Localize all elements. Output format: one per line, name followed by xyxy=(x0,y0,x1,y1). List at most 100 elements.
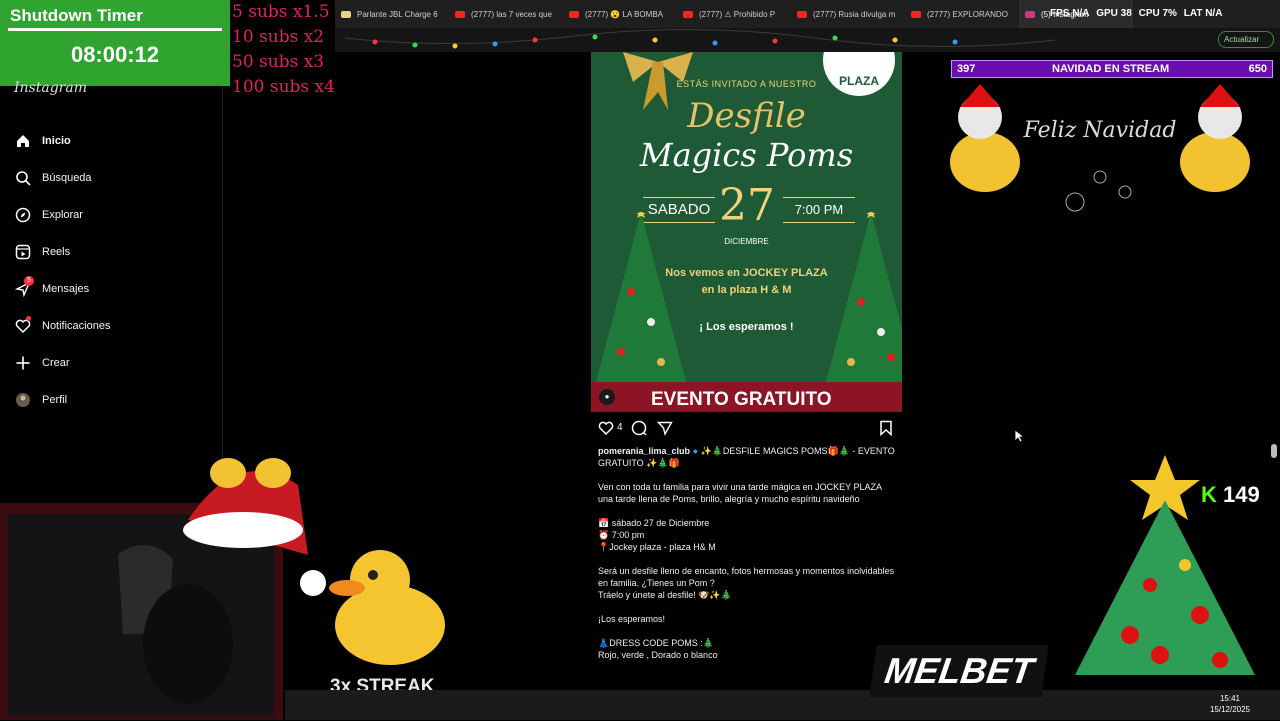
browser-tab[interactable]: (2777) EXPLORANDO xyxy=(905,0,1019,28)
shutdown-timer-countdown: 08:00:12 xyxy=(70,42,160,67)
poster-banner: EVENTO GRATUITO xyxy=(591,382,902,412)
browser-toolbar xyxy=(335,28,1280,52)
comment-icon[interactable] xyxy=(631,420,647,441)
windows-taskbar xyxy=(285,690,1280,720)
tagged-user-icon[interactable]: ● xyxy=(599,389,615,405)
performance-overlay: FPS N/A GPU 38 CPU 7% LAT N/A xyxy=(1050,8,1226,19)
caption-date: 📅 sábado 27 de Diciembre xyxy=(598,518,710,528)
sidebar-item-label: Reels xyxy=(42,246,71,258)
sidebar-item-notificaciones[interactable]: Notificaciones xyxy=(14,316,111,335)
caption-time: ⏰ 7:00 pm xyxy=(598,530,645,540)
caption-place: 📍Jockey plaza - plaza H& M xyxy=(598,542,716,552)
sidebar-item-label: Explorar xyxy=(42,209,83,221)
scrollbar[interactable] xyxy=(1271,444,1277,458)
caption-paragraph: Ven con toda tu familia para vivir una t… xyxy=(598,482,882,504)
caption-closing: ¡Los esperamos! xyxy=(598,614,666,624)
sidebar-item-label: Perfil xyxy=(42,394,68,406)
sidebar-item-reels[interactable]: Reels xyxy=(14,243,70,261)
poster-date: 27 xyxy=(719,180,775,231)
latency-readout: LAT N/A xyxy=(1183,8,1223,19)
tab-favicon-icon xyxy=(341,10,351,18)
clock-date: 15/12/2025 xyxy=(1209,705,1251,714)
shutdown-timer-title: Shutdown Timer xyxy=(10,6,143,25)
sidebar-item-label: Notificaciones xyxy=(42,320,111,332)
goal-target: 650 xyxy=(1248,63,1267,75)
notification-dot xyxy=(26,316,31,321)
subs-multiplier-item: 50 subs x3 xyxy=(232,52,325,72)
browser-tab[interactable]: Parlante JBL Charge 6 xyxy=(335,0,449,28)
goal-title: NAVIDAD EN STREAM xyxy=(1052,63,1170,75)
gpu-readout: GPU 38 xyxy=(1096,8,1132,19)
shutdown-timer-widget: Shutdown Timer 08:00:12 xyxy=(0,0,230,86)
browser-tab-label: (2777) EXPLORANDO xyxy=(927,9,1008,19)
svg-text:Feliz Navidad: Feliz Navidad xyxy=(1023,118,1177,143)
caption-dress-colors: Rojo, verde , Dorado o blanco xyxy=(598,650,718,660)
save-bookmark-icon[interactable] xyxy=(879,420,893,441)
divider xyxy=(8,28,222,31)
sidebar-item-mensajes[interactable]: 5 Mensajes xyxy=(14,276,90,298)
sidebar-item-label: Crear xyxy=(42,357,70,369)
share-icon[interactable] xyxy=(656,420,673,441)
caption-paragraph: Tráelo y únete al desfile! 🐶✨🎄 xyxy=(598,590,732,600)
caption-dress-title: 👗DRESS CODE POMS :🎄 xyxy=(598,638,714,648)
subs-multiplier-list: 5 subs x1.5 10 subs x2 50 subs x3 100 su… xyxy=(230,0,335,100)
clock-time: 15:41 xyxy=(1219,694,1241,703)
kick-count: 149 xyxy=(1223,482,1260,507)
tab-favicon-icon xyxy=(1025,10,1035,18)
browser-tab[interactable]: (2777) las 7 veces que xyxy=(449,0,563,28)
cpu-readout: CPU 7% xyxy=(1138,8,1177,19)
system-clock[interactable]: 15:41 15/12/2025 xyxy=(1205,693,1255,715)
instagram-logo[interactable]: Instagram xyxy=(14,80,87,96)
christmas-tree-right-icon xyxy=(826,212,902,382)
heart-icon xyxy=(14,316,32,335)
tab-favicon-icon xyxy=(911,10,921,18)
plus-icon xyxy=(14,354,32,372)
post-image[interactable]: PLAZA ESTÁS INVITADO A NUESTRO Desfile M… xyxy=(591,52,902,412)
sidebar-item-crear[interactable]: Crear xyxy=(14,354,70,372)
subs-multiplier-item: 100 subs x4 xyxy=(232,77,335,97)
fps-readout: FPS N/A xyxy=(1050,8,1090,19)
caption-paragraph: Será un desfile lleno de encanto, fotos … xyxy=(598,566,895,588)
avatar xyxy=(14,391,32,409)
browser-tab[interactable]: (2777) Rusia divulga m xyxy=(791,0,905,28)
compass-icon xyxy=(14,206,32,224)
mouse-cursor-icon xyxy=(1014,429,1024,443)
post-caption: pomerania_lima_club ● ✨🎄DESFILE MAGICS P… xyxy=(598,445,898,673)
subs-multiplier-item: 5 subs x1.5 xyxy=(232,2,330,22)
goal-current: 397 xyxy=(957,63,976,75)
tab-favicon-icon xyxy=(797,10,807,18)
browser-tab-label: (2777) 😮 LA BOMBA xyxy=(585,9,663,19)
verified-badge-icon: ● xyxy=(692,446,698,456)
sidebar-item-label: Búsqueda xyxy=(42,172,92,184)
post-actions: 4 xyxy=(598,420,896,438)
browser-tab-label: (2777) Rusia divulga m xyxy=(813,9,896,19)
browser-tab-label: (2777) las 7 veces que xyxy=(471,9,552,19)
kick-logo-icon: K xyxy=(1201,482,1217,507)
post-username[interactable]: pomerania_lima_club xyxy=(598,446,690,456)
tab-favicon-icon xyxy=(569,10,579,18)
browser-tab-label: Parlante JBL Charge 6 xyxy=(357,9,438,19)
subs-multiplier-item: 10 subs x2 xyxy=(232,27,325,47)
messages-icon: 5 xyxy=(14,276,34,298)
browser-tab[interactable]: (2777) ⚠ Prohibido P xyxy=(677,0,791,28)
tab-favicon-icon xyxy=(683,10,693,18)
update-browser-button[interactable]: Actualizar xyxy=(1218,31,1274,48)
sidebar-item-inicio[interactable]: Inicio xyxy=(14,132,71,150)
sidebar-item-label: Inicio xyxy=(42,135,71,147)
like-icon[interactable] xyxy=(598,420,614,441)
poster-title-magics: Magics Poms xyxy=(639,136,854,174)
kick-follower-count: K 149 xyxy=(1201,482,1260,508)
home-icon xyxy=(14,132,32,150)
search-icon xyxy=(14,169,32,187)
christmas-lights-decoration xyxy=(344,28,1056,49)
sidebar-item-busqueda[interactable]: Búsqueda xyxy=(14,169,92,187)
browser-tab[interactable]: (2777) 😮 LA BOMBA xyxy=(563,0,677,28)
sidebar-item-explorar[interactable]: Explorar xyxy=(14,206,83,224)
poster-title-desfile: Desfile xyxy=(687,96,806,136)
reels-icon xyxy=(14,243,32,261)
sidebar-item-perfil[interactable]: Perfil xyxy=(14,391,67,409)
sidebar-item-label: Mensajes xyxy=(42,283,90,295)
santa-hat-ducks-decoration xyxy=(183,458,326,596)
navidad-stream-goal-bar: 397 NAVIDAD EN STREAM 650 xyxy=(951,60,1273,78)
feliz-navidad-decoration: Feliz Navidad xyxy=(950,84,1250,212)
